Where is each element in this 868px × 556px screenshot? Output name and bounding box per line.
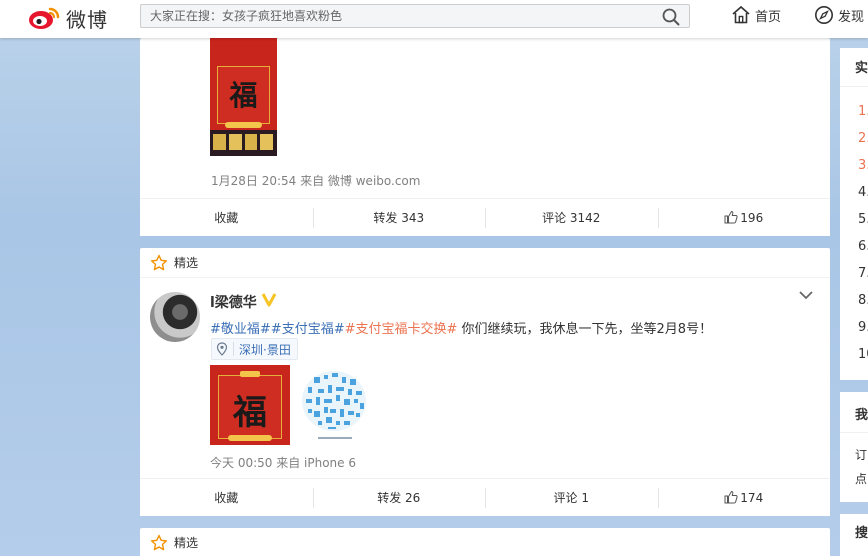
panel-title: 实 [855,61,868,76]
top-nav-bar: 微博 首页 发现 [0,0,868,38]
favorite-button[interactable]: 收藏 [140,487,313,509]
star-icon [150,254,168,270]
rank-item[interactable]: 9. [858,320,868,335]
hot-search-panel: 实 1. 2. 3. 4. 5. 6. 7. 8. 9. 10 [840,48,868,380]
picked-label: 精选 [174,256,199,270]
post-text: #敬业福##支付宝福##支付宝福卡交换# 你们继续玩，我休息一下先，坐等2月8号… [210,318,712,337]
topic-tag[interactable]: #支付宝福# [271,322,345,337]
thumbs-up-icon [724,210,738,223]
rank-item[interactable]: 7. [858,266,868,281]
compass-icon [815,6,833,24]
rank-item[interactable]: 5. [858,212,868,227]
post-body: 你们继续玩，我休息一下先，坐等2月8号！ [457,322,713,337]
like-count: 196 [740,210,764,225]
verified-v-icon[interactable] [261,291,277,307]
like-count: 174 [740,490,764,505]
picked-header: 精选 [140,248,830,278]
rank-item[interactable]: 6. [858,239,868,254]
star-icon [150,534,168,550]
logo-text: 微博 [66,7,108,32]
panel-title: 搜 [855,526,868,541]
repost-button[interactable]: 转发 26 [312,487,486,509]
nav-discover-label: 发现 [838,9,865,25]
rank-item[interactable]: 4. [858,185,868,200]
rank-item[interactable]: 3. [858,158,868,173]
picked-label: 精选 [174,536,199,550]
comment-button[interactable]: 评论 3142 [485,207,658,229]
like-button[interactable]: 174 [657,487,831,509]
like-button[interactable]: 196 [657,207,831,229]
nav-discover[interactable]: 发现 [814,4,864,26]
search-icon[interactable] [662,8,680,26]
fu-card-image[interactable]: 福 [210,38,277,156]
rank-item[interactable]: 2. [858,131,868,146]
post-time[interactable]: 1月28日 20:54 来自 微博 weibo.com [211,172,420,189]
side-panel: 搜 [840,514,868,556]
repost-button[interactable]: 转发 343 [312,207,486,229]
location-tag[interactable]: 深圳·景田 [211,338,298,360]
post-time[interactable]: 今天 00:50 来自 iPhone 6 [210,454,356,471]
avatar[interactable] [150,292,200,342]
feed-card: 精选 l梁德华 #敬业福##支付宝福##支付宝福卡交换# 你们继续玩，我休息一下… [140,248,830,516]
panel-text[interactable]: 点 [855,470,867,487]
search-input[interactable] [141,5,641,27]
nav-home-label: 首页 [755,9,782,25]
fu-card-image[interactable]: 福 [210,365,290,445]
username[interactable]: l梁德华 [210,292,257,312]
thumbs-up-icon [724,490,738,503]
chevron-down-icon[interactable] [798,288,814,302]
location-pin-icon [216,342,228,356]
nav-home[interactable]: 首页 [731,4,781,26]
post-actions: 收藏 转发 343 评论 3142 196 [140,198,830,236]
feed-card: 精选 [140,528,830,556]
panel-text[interactable]: 订 [855,446,867,463]
panel-title: 我 [855,408,868,423]
location-label: 深圳·景田 [239,342,291,357]
qr-code-image[interactable] [300,365,370,445]
comment-button[interactable]: 评论 1 [485,487,658,509]
side-panel: 我 订 点 [840,392,868,502]
rank-item[interactable]: 1. [858,104,868,119]
search-box [140,4,690,28]
topic-tag[interactable]: #敬业福# [210,322,271,337]
favorite-button[interactable]: 收藏 [140,207,313,229]
rank-item[interactable]: 8. [858,293,868,308]
feed-card: 福 1月28日 20:54 来自 微博 weibo.com 收藏 转发 343 … [140,38,830,236]
home-icon [732,5,750,24]
topic-tag[interactable]: #支付宝福卡交换# [345,322,458,337]
weibo-logo[interactable]: 微博 [28,4,108,32]
rank-item[interactable]: 10 [858,347,868,362]
picked-header: 精选 [140,528,830,556]
weibo-eye-icon [28,5,62,31]
post-actions: 收藏 转发 26 评论 1 174 [140,478,830,516]
